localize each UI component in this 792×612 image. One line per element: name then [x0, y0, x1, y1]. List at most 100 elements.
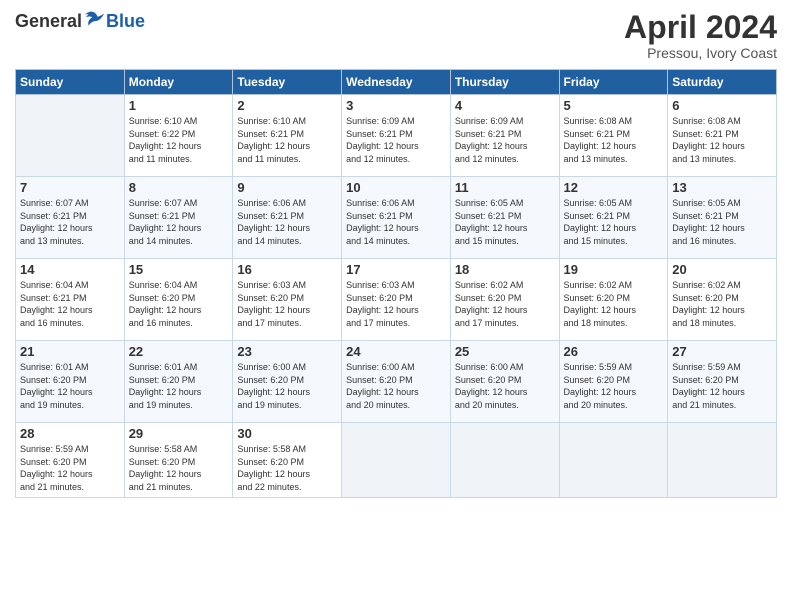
- day-number: 2: [237, 98, 337, 113]
- day-info: Sunrise: 6:01 AM Sunset: 6:20 PM Dayligh…: [129, 361, 229, 411]
- calendar-header-row: SundayMondayTuesdayWednesdayThursdayFrid…: [16, 70, 777, 95]
- day-number: 27: [672, 344, 772, 359]
- calendar-cell: 18Sunrise: 6:02 AM Sunset: 6:20 PM Dayli…: [450, 259, 559, 341]
- calendar-cell: [668, 423, 777, 497]
- calendar-cell: 30Sunrise: 5:58 AM Sunset: 6:20 PM Dayli…: [233, 423, 342, 497]
- day-info: Sunrise: 6:05 AM Sunset: 6:21 PM Dayligh…: [564, 197, 664, 247]
- calendar-cell: 9 Sunrise: 6:06 AM Sunset: 6:21 PM Daylig…: [233, 177, 342, 259]
- logo-bird-icon: [84, 10, 106, 32]
- day-number: 4: [455, 98, 555, 113]
- day-number: 24: [346, 344, 446, 359]
- day-info: Sunrise: 6:10 AM Sunset: 6:22 PM Dayligh…: [129, 115, 229, 165]
- column-header-thursday: Thursday: [450, 70, 559, 95]
- calendar-week-row: 21 Sunrise: 6:01 AM Sunset: 6:20 PM Dayli…: [16, 341, 777, 423]
- day-number: 30: [237, 426, 337, 441]
- calendar-table: SundayMondayTuesdayWednesdayThursdayFrid…: [15, 69, 777, 497]
- title-area: April 2024 Pressou, Ivory Coast: [624, 10, 777, 61]
- calendar-cell: 4 Sunrise: 6:09 AM Sunset: 6:21 PM Daylig…: [450, 95, 559, 177]
- calendar-cell: 15 Sunrise: 6:04 AM Sunset: 6:20 PM Dayli…: [124, 259, 233, 341]
- day-info: Sunrise: 6:00 AM Sunset: 6:20 PM Dayligh…: [346, 361, 446, 411]
- calendar-cell: [342, 423, 451, 497]
- column-header-friday: Friday: [559, 70, 668, 95]
- day-info: Sunrise: 6:08 AM Sunset: 6:21 PM Dayligh…: [564, 115, 664, 165]
- calendar-cell: 20 Sunrise: 6:02 AM Sunset: 6:20 PM Dayli…: [668, 259, 777, 341]
- calendar-week-row: 14 Sunrise: 6:04 AM Sunset: 6:21 PM Dayli…: [16, 259, 777, 341]
- day-info: Sunrise: 6:07 AM Sunset: 6:21 PM Dayligh…: [20, 197, 120, 247]
- day-info: Sunrise: 6:10 AM Sunset: 6:21 PM Dayligh…: [237, 115, 337, 165]
- day-number: 21: [20, 344, 120, 359]
- day-number: 25: [455, 344, 555, 359]
- day-number: 3: [346, 98, 446, 113]
- day-info: Sunrise: 6:04 AM Sunset: 6:21 PM Dayligh…: [20, 279, 120, 329]
- day-number: 10: [346, 180, 446, 195]
- calendar-week-row: 28Sunrise: 5:59 AM Sunset: 6:20 PM Dayli…: [16, 423, 777, 497]
- day-info: Sunrise: 6:04 AM Sunset: 6:20 PM Dayligh…: [129, 279, 229, 329]
- day-number: 23: [237, 344, 337, 359]
- calendar-cell: 19 Sunrise: 6:02 AM Sunset: 6:20 PM Dayli…: [559, 259, 668, 341]
- day-info: Sunrise: 6:02 AM Sunset: 6:20 PM Dayligh…: [564, 279, 664, 329]
- day-number: 29: [129, 426, 229, 441]
- column-header-monday: Monday: [124, 70, 233, 95]
- calendar-cell: 7 Sunrise: 6:07 AM Sunset: 6:21 PM Daylig…: [16, 177, 125, 259]
- calendar-week-row: 1 Sunrise: 6:10 AM Sunset: 6:22 PM Daylig…: [16, 95, 777, 177]
- day-info: Sunrise: 5:58 AM Sunset: 6:20 PM Dayligh…: [129, 443, 229, 493]
- page-container: General Blue April 2024 Pressou, Ivory C…: [0, 0, 792, 612]
- day-number: 17: [346, 262, 446, 277]
- calendar-cell: 28Sunrise: 5:59 AM Sunset: 6:20 PM Dayli…: [16, 423, 125, 497]
- day-number: 26: [564, 344, 664, 359]
- day-info: Sunrise: 5:59 AM Sunset: 6:20 PM Dayligh…: [564, 361, 664, 411]
- day-info: Sunrise: 6:00 AM Sunset: 6:20 PM Dayligh…: [455, 361, 555, 411]
- day-info: Sunrise: 5:59 AM Sunset: 6:20 PM Dayligh…: [672, 361, 772, 411]
- header: General Blue April 2024 Pressou, Ivory C…: [15, 10, 777, 61]
- day-info: Sunrise: 6:09 AM Sunset: 6:21 PM Dayligh…: [455, 115, 555, 165]
- calendar-cell: 16Sunrise: 6:03 AM Sunset: 6:20 PM Dayli…: [233, 259, 342, 341]
- day-info: Sunrise: 6:02 AM Sunset: 6:20 PM Dayligh…: [672, 279, 772, 329]
- calendar-cell: 13Sunrise: 6:05 AM Sunset: 6:21 PM Dayli…: [668, 177, 777, 259]
- day-info: Sunrise: 6:01 AM Sunset: 6:20 PM Dayligh…: [20, 361, 120, 411]
- day-number: 5: [564, 98, 664, 113]
- day-number: 14: [20, 262, 120, 277]
- day-info: Sunrise: 6:06 AM Sunset: 6:21 PM Dayligh…: [346, 197, 446, 247]
- calendar-cell: [450, 423, 559, 497]
- day-number: 19: [564, 262, 664, 277]
- calendar-week-row: 7 Sunrise: 6:07 AM Sunset: 6:21 PM Daylig…: [16, 177, 777, 259]
- column-header-sunday: Sunday: [16, 70, 125, 95]
- calendar-cell: 2 Sunrise: 6:10 AM Sunset: 6:21 PM Daylig…: [233, 95, 342, 177]
- logo-general: General: [15, 11, 82, 32]
- day-number: 9: [237, 180, 337, 195]
- calendar-cell: 14 Sunrise: 6:04 AM Sunset: 6:21 PM Dayli…: [16, 259, 125, 341]
- day-number: 8: [129, 180, 229, 195]
- calendar-cell: 11Sunrise: 6:05 AM Sunset: 6:21 PM Dayli…: [450, 177, 559, 259]
- calendar-cell: 26 Sunrise: 5:59 AM Sunset: 6:20 PM Dayli…: [559, 341, 668, 423]
- day-number: 20: [672, 262, 772, 277]
- calendar-cell: 22Sunrise: 6:01 AM Sunset: 6:20 PM Dayli…: [124, 341, 233, 423]
- day-info: Sunrise: 6:02 AM Sunset: 6:20 PM Dayligh…: [455, 279, 555, 329]
- day-info: Sunrise: 6:07 AM Sunset: 6:21 PM Dayligh…: [129, 197, 229, 247]
- column-header-tuesday: Tuesday: [233, 70, 342, 95]
- day-info: Sunrise: 6:03 AM Sunset: 6:20 PM Dayligh…: [346, 279, 446, 329]
- day-number: 6: [672, 98, 772, 113]
- calendar-cell: 24 Sunrise: 6:00 AM Sunset: 6:20 PM Dayli…: [342, 341, 451, 423]
- day-info: Sunrise: 5:59 AM Sunset: 6:20 PM Dayligh…: [20, 443, 120, 493]
- logo: General Blue: [15, 10, 145, 32]
- day-number: 13: [672, 180, 772, 195]
- calendar-cell: 23 Sunrise: 6:00 AM Sunset: 6:20 PM Dayli…: [233, 341, 342, 423]
- day-number: 1: [129, 98, 229, 113]
- calendar-cell: 27 Sunrise: 5:59 AM Sunset: 6:20 PM Dayli…: [668, 341, 777, 423]
- day-info: Sunrise: 6:08 AM Sunset: 6:21 PM Dayligh…: [672, 115, 772, 165]
- calendar-cell: 25 Sunrise: 6:00 AM Sunset: 6:20 PM Dayli…: [450, 341, 559, 423]
- day-number: 15: [129, 262, 229, 277]
- day-number: 7: [20, 180, 120, 195]
- logo-blue: Blue: [106, 11, 145, 32]
- day-info: Sunrise: 6:06 AM Sunset: 6:21 PM Dayligh…: [237, 197, 337, 247]
- calendar-cell: [16, 95, 125, 177]
- day-info: Sunrise: 6:00 AM Sunset: 6:20 PM Dayligh…: [237, 361, 337, 411]
- location-subtitle: Pressou, Ivory Coast: [624, 45, 777, 61]
- day-info: Sunrise: 6:09 AM Sunset: 6:21 PM Dayligh…: [346, 115, 446, 165]
- calendar-cell: 29 Sunrise: 5:58 AM Sunset: 6:20 PM Dayli…: [124, 423, 233, 497]
- day-info: Sunrise: 6:05 AM Sunset: 6:21 PM Dayligh…: [455, 197, 555, 247]
- calendar-cell: 3 Sunrise: 6:09 AM Sunset: 6:21 PM Daylig…: [342, 95, 451, 177]
- day-number: 12: [564, 180, 664, 195]
- calendar-cell: 6 Sunrise: 6:08 AM Sunset: 6:21 PM Daylig…: [668, 95, 777, 177]
- month-title: April 2024: [624, 10, 777, 45]
